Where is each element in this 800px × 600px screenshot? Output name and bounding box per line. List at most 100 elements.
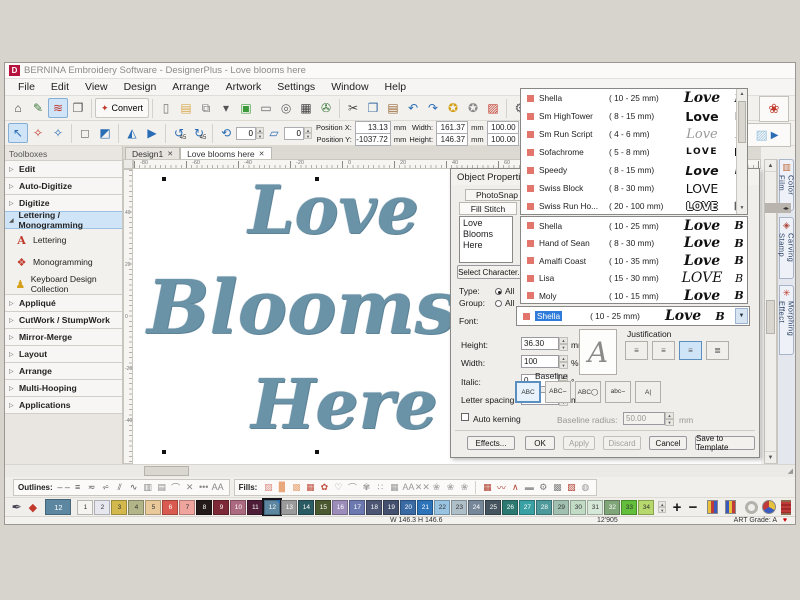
type-all-radio[interactable]: All bbox=[495, 286, 514, 296]
color-swatch-26[interactable]: 26 bbox=[502, 500, 518, 515]
document-tab-love-blooms-here[interactable]: Love blooms here✕ bbox=[180, 147, 271, 159]
embroidery-text-love[interactable]: Love bbox=[248, 171, 419, 249]
copy-icon[interactable]: ❐ bbox=[363, 98, 383, 118]
embroidery-canvas-icon[interactable]: ≋ bbox=[48, 98, 68, 118]
document-tab-design1[interactable]: Design1✕ bbox=[125, 147, 180, 159]
color-wheel-icon[interactable] bbox=[762, 500, 776, 514]
recent-font-option-hand-of-sean[interactable]: Hand of Sean( 8 - 30 mm)LoveB bbox=[521, 235, 747, 253]
fill-contour-icon[interactable]: ⌒ bbox=[345, 480, 359, 494]
palette-spinner[interactable]: ▲▼ bbox=[658, 501, 666, 513]
effect-flame-icon[interactable]: ▨ bbox=[564, 480, 578, 494]
cut-icon[interactable]: ✂ bbox=[343, 98, 363, 118]
add-color-button[interactable]: + bbox=[669, 499, 685, 516]
close-tab-icon[interactable]: ✕ bbox=[167, 150, 173, 158]
sidebar-section-auto-digitize[interactable]: ▷Auto-Digitize bbox=[5, 177, 122, 195]
font-option-sofachrome[interactable]: Sofachrome( 5 - 8 mm)LOVEB bbox=[521, 143, 747, 161]
scrollbar-thumb[interactable] bbox=[144, 466, 189, 476]
baseline-style-button-4[interactable]: abc⌢ bbox=[605, 381, 631, 403]
selection-handle[interactable] bbox=[162, 450, 166, 454]
save-to-template-button[interactable]: Save to Template bbox=[695, 436, 755, 450]
color-swatch-4[interactable]: 4 bbox=[128, 500, 144, 515]
fill-flower-3-icon[interactable]: ❀ bbox=[457, 480, 471, 494]
font-combo-box[interactable]: Shella( 10 - 25 mm)LoveB▼ bbox=[516, 306, 750, 326]
rotate-right-45-icon[interactable]: ↻45 bbox=[189, 123, 209, 143]
baseline-style-button-5[interactable]: A| bbox=[635, 381, 661, 403]
fill-lace-icon[interactable]: ✾ bbox=[359, 480, 373, 494]
undo-icon[interactable]: ↶ bbox=[403, 98, 423, 118]
color-swatch-27[interactable]: 27 bbox=[519, 500, 535, 515]
fill-grid-icon[interactable]: ▦ bbox=[387, 480, 401, 494]
select-object-icon[interactable]: ↖ bbox=[8, 123, 28, 143]
scroll-up-icon[interactable]: ▲ bbox=[765, 160, 776, 172]
embroidery-text-here[interactable]: Here bbox=[251, 365, 438, 445]
sidebar-section-multi-hooping[interactable]: ▷Multi-Hooping bbox=[5, 379, 122, 397]
scroll-down-icon[interactable]: ▼ bbox=[765, 451, 776, 463]
color-swatch-5[interactable]: 5 bbox=[145, 500, 161, 515]
selection-handle[interactable] bbox=[315, 450, 319, 454]
color-swatch-6[interactable]: 6 bbox=[162, 500, 178, 515]
lettering-text-input[interactable]: LoveBloomsHere bbox=[459, 216, 513, 263]
apply-button[interactable]: Apply bbox=[563, 436, 595, 450]
font-option-swiss-run-ho-[interactable]: Swiss Run Ho...( 20 - 100 mm)LOVEB bbox=[521, 197, 747, 215]
justify-center-button[interactable]: ≡ bbox=[679, 341, 702, 360]
sidebar-item-lettering[interactable]: ALettering bbox=[5, 229, 122, 251]
print-preview-icon[interactable]: ◎ bbox=[276, 98, 296, 118]
color-swatch-34[interactable]: 34 bbox=[638, 500, 654, 515]
height-input[interactable]: 36.30 bbox=[521, 337, 559, 350]
scroll-down-icon[interactable]: ▼ bbox=[737, 203, 747, 214]
selection-handle[interactable] bbox=[315, 177, 319, 181]
outline-raised-satin-icon[interactable]: ▤ bbox=[155, 480, 169, 494]
outline-backstitch-icon[interactable]: ⩫ bbox=[99, 480, 113, 494]
color-swatch-15[interactable]: 15 bbox=[315, 500, 331, 515]
sidebar-section-edit[interactable]: ▷Edit bbox=[5, 160, 122, 178]
color-swatch-20[interactable]: 20 bbox=[400, 500, 416, 515]
insert-design-icon[interactable]: ✪ bbox=[443, 98, 463, 118]
color-swatch-2[interactable]: 2 bbox=[94, 500, 110, 515]
freehand-select-icon[interactable]: ✧ bbox=[48, 123, 68, 143]
sidebar-section-appliqu-[interactable]: ▷Appliqué bbox=[5, 294, 122, 312]
color-swatch-23[interactable]: 23 bbox=[451, 500, 467, 515]
thread-palette-1-icon[interactable] bbox=[707, 500, 718, 514]
menu-edit[interactable]: Edit bbox=[44, 80, 76, 94]
fill-heart-icon[interactable]: ♡ bbox=[331, 480, 345, 494]
skew-icon[interactable]: ▱ bbox=[264, 123, 284, 143]
thread-spool-icon[interactable] bbox=[781, 500, 791, 515]
effect-chevron-icon[interactable]: ∧ bbox=[508, 480, 522, 494]
current-color-swatch[interactable]: 12 bbox=[45, 499, 71, 515]
effect-mesh-icon[interactable]: ▩ bbox=[550, 480, 564, 494]
effects-button[interactable]: Effects... bbox=[467, 436, 515, 450]
panel-collapse-bar[interactable]: ◂▸ bbox=[765, 203, 791, 213]
font-option-sm-run-script[interactable]: Sm Run Script( 4 - 6 mm)LoveB bbox=[521, 125, 747, 143]
outline-single-icon[interactable]: – – bbox=[57, 480, 71, 494]
write-to-machine-icon[interactable]: ▦ bbox=[296, 98, 316, 118]
color-swatch-9[interactable]: 9 bbox=[213, 500, 229, 515]
mirror-horizontal-icon[interactable]: ◭ bbox=[122, 123, 142, 143]
color-swatch-24[interactable]: 24 bbox=[468, 500, 484, 515]
menu-artwork[interactable]: Artwork bbox=[219, 80, 269, 94]
color-swatch-10[interactable]: 10 bbox=[230, 500, 246, 515]
font-list-scrollbar[interactable]: ▲ ▼ bbox=[736, 89, 747, 214]
paste-icon[interactable]: ▤ bbox=[383, 98, 403, 118]
recent-font-option-moly[interactable]: Moly( 10 - 15 mm)LoveB bbox=[521, 287, 747, 304]
color-swatch-7[interactable]: 7 bbox=[179, 500, 195, 515]
mirror-vertical-icon[interactable]: ▶ bbox=[142, 123, 162, 143]
font-option-speedy[interactable]: Speedy( 8 - 15 mm)LoveB bbox=[521, 161, 747, 179]
color-swatch-12[interactable]: 12 bbox=[264, 500, 280, 515]
recent-font-option-shella[interactable]: Shella( 10 - 25 mm)LoveB bbox=[521, 217, 747, 235]
fill-fancy-icon[interactable]: ▦ bbox=[303, 480, 317, 494]
tab-fill-stitch[interactable]: Fill Stitch bbox=[459, 202, 517, 215]
outline-blanket-icon[interactable]: ✕ bbox=[183, 480, 197, 494]
design-library-icon[interactable]: ▨ bbox=[483, 98, 503, 118]
fill-lacework-icon[interactable]: ▨ bbox=[261, 480, 275, 494]
remove-color-button[interactable]: − bbox=[685, 499, 701, 516]
fill-stipple-icon[interactable]: ∷ bbox=[373, 480, 387, 494]
selection-handle[interactable] bbox=[162, 177, 166, 181]
baseline-style-button-1[interactable]: ABC bbox=[515, 381, 541, 403]
group-all-radio[interactable]: All bbox=[495, 298, 514, 308]
menu-window[interactable]: Window bbox=[324, 80, 375, 94]
scroll-up-icon[interactable]: ▲ bbox=[737, 89, 747, 100]
sidebar-section-layout[interactable]: ▷Layout bbox=[5, 345, 122, 363]
fill-flower-2-icon[interactable]: ❀ bbox=[443, 480, 457, 494]
sidebar-section-arrange[interactable]: ▷Arrange bbox=[5, 362, 122, 380]
fill-pattern-icon[interactable]: ✿ bbox=[317, 480, 331, 494]
